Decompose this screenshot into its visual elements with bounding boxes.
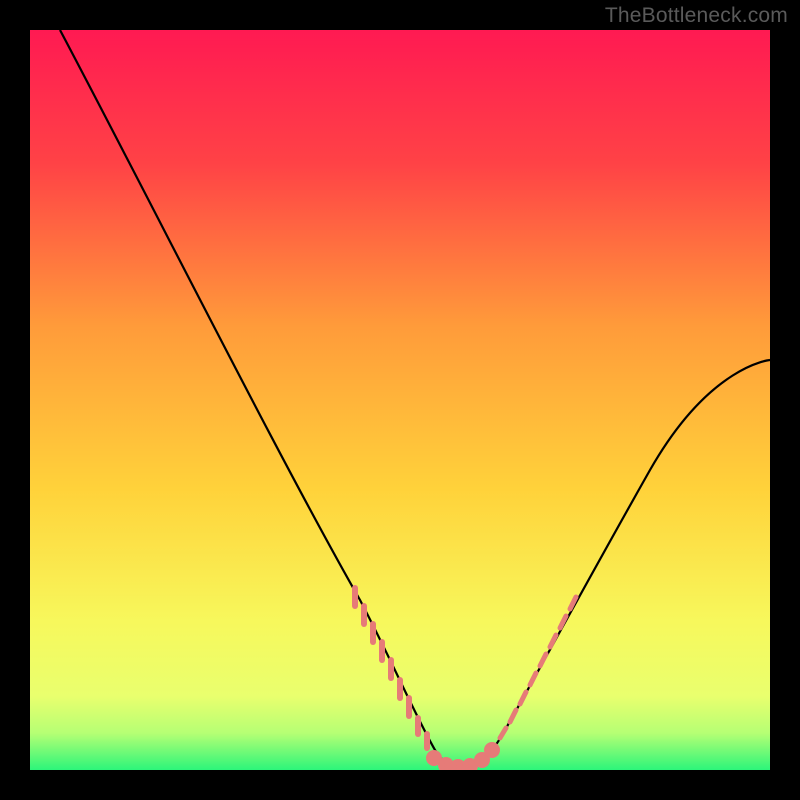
gradient-background — [30, 30, 770, 770]
chart-container: TheBottleneck.com — [0, 0, 800, 800]
chart-svg — [30, 30, 770, 770]
watermark-text: TheBottleneck.com — [605, 4, 788, 28]
plot-area — [30, 30, 770, 770]
